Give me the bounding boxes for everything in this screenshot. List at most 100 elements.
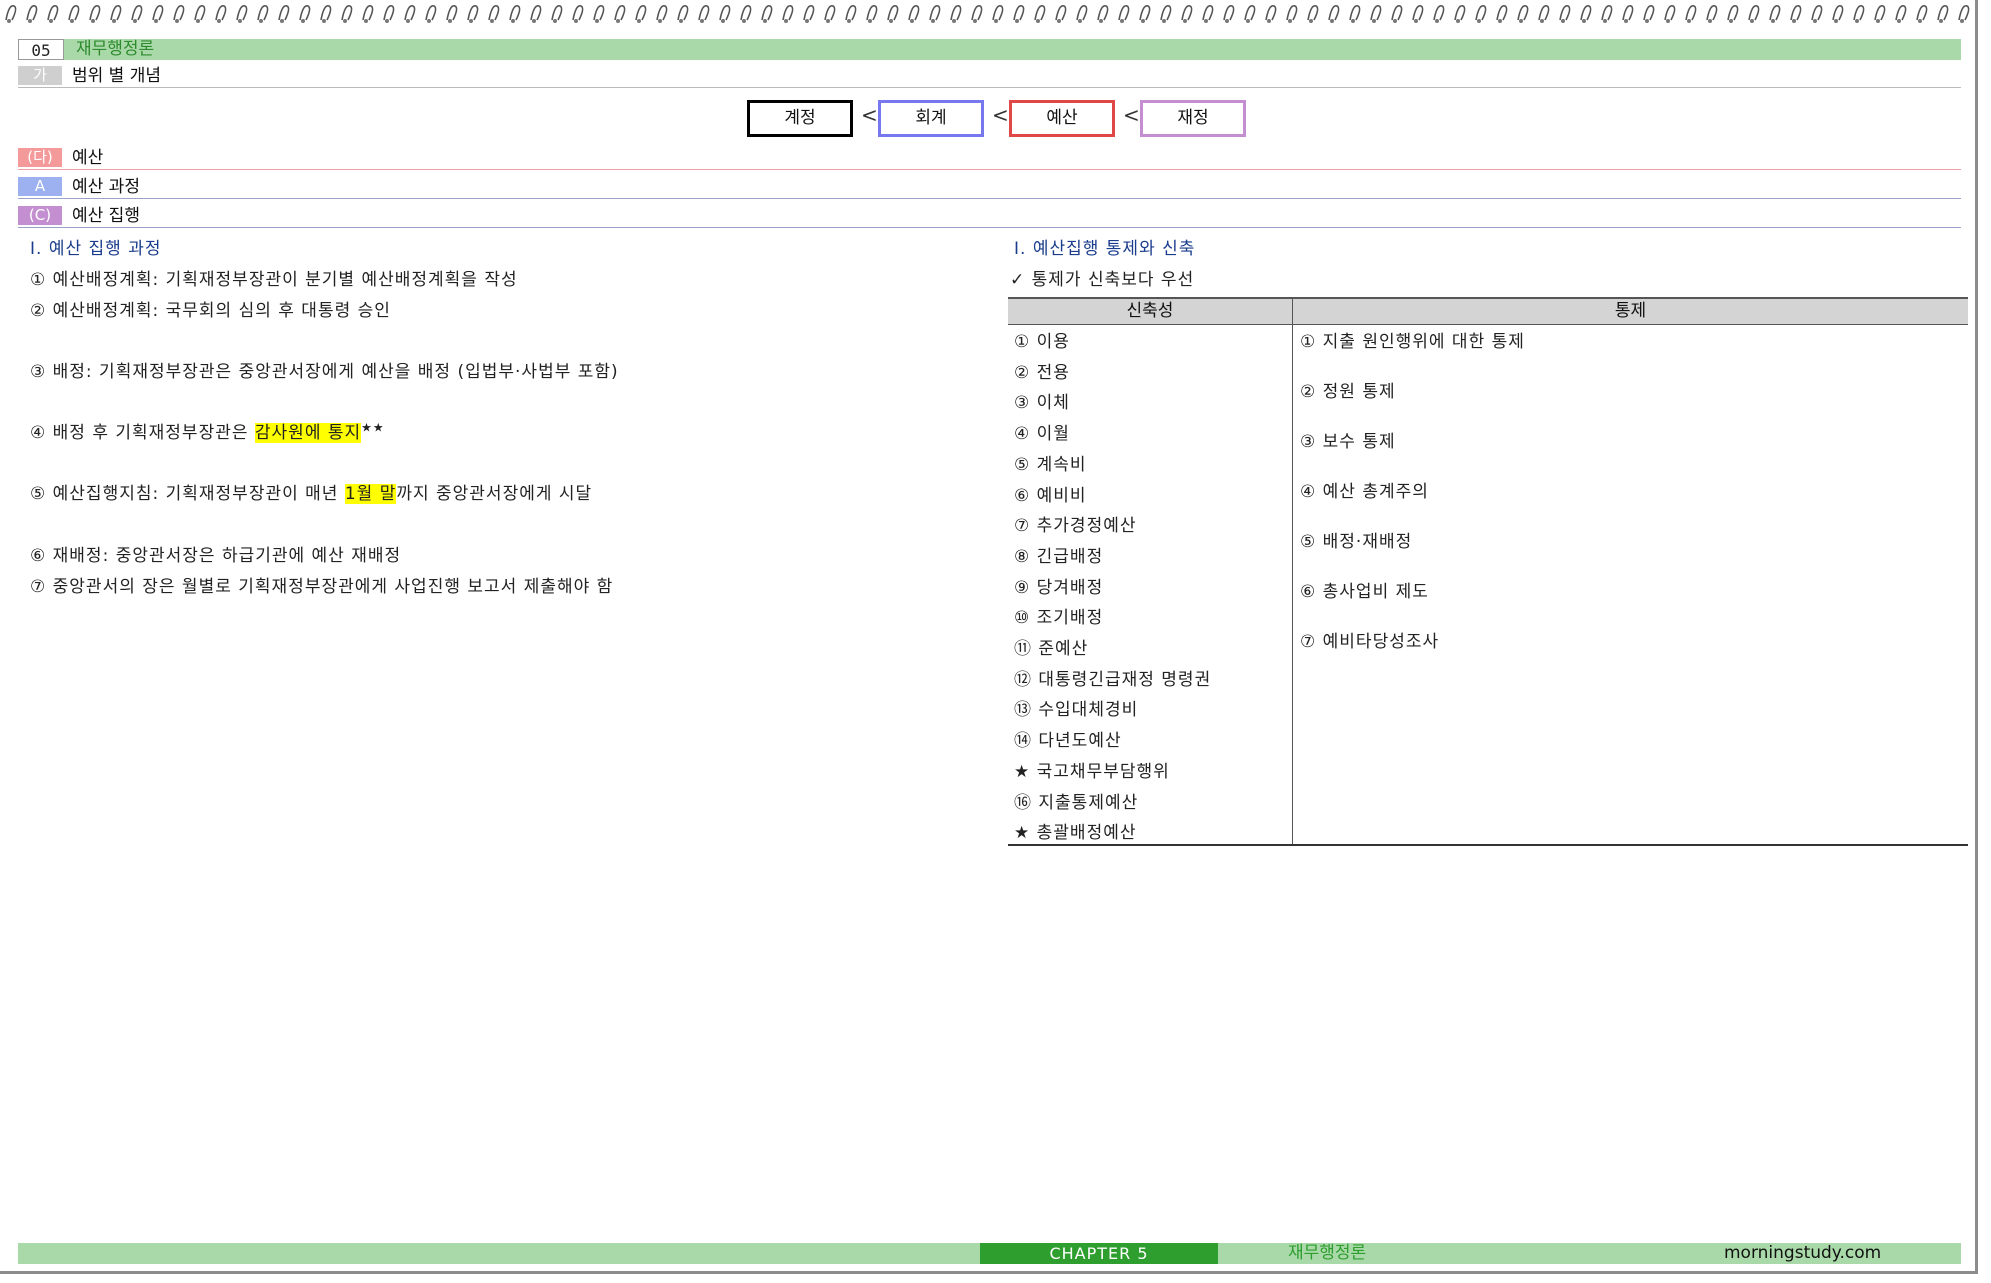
spiral-hole <box>1330 19 1334 23</box>
section-tag: (C) <box>18 206 62 225</box>
spiral-ring <box>530 4 542 21</box>
spiral-hole <box>1729 19 1733 23</box>
spiral-hole <box>931 19 935 23</box>
spiral-ring <box>824 4 836 21</box>
flex-item: ① 이용 <box>1014 332 1070 352</box>
spiral-ring <box>131 4 143 21</box>
item-text: ④ 배정 후 기획재정부장관은 <box>30 423 255 443</box>
spiral-ring <box>1055 4 1067 21</box>
spiral-hole <box>1855 19 1859 23</box>
spiral-ring <box>1643 4 1655 21</box>
spiral-ring <box>1076 4 1088 21</box>
spiral-ring <box>1874 4 1886 21</box>
list-item: ① 예산배정계획: 기획재정부장관이 분기별 예산배정계획을 작성 <box>30 270 518 290</box>
spiral-hole <box>1015 19 1019 23</box>
spiral-ring <box>341 4 353 21</box>
flex-item: ⑦ 추가경정예산 <box>1014 516 1137 537</box>
spiral-hole <box>973 19 977 23</box>
less-than-sign: < <box>1123 103 1140 127</box>
spiral-ring <box>782 4 794 21</box>
spiral-ring <box>1475 4 1487 21</box>
spiral-hole <box>658 19 662 23</box>
chapter-number: 05 <box>18 39 64 60</box>
spiral-hole <box>994 19 998 23</box>
spiral-ring <box>1853 4 1865 21</box>
spiral-hole <box>1309 19 1313 23</box>
flex-item: ⑧ 긴급배정 <box>1014 546 1104 567</box>
spiral-ring <box>1412 4 1424 21</box>
spiral-ring <box>5 4 17 21</box>
spiral-hole <box>1435 19 1439 23</box>
spiral-hole <box>1078 19 1082 23</box>
control-item: ④ 예산 총계주의 <box>1300 482 1429 502</box>
flex-control-table: 신축성 통제 ① 이용 ② 전용 ③ 이체 ④ 이월 ⑤ 계속비 ⑥ 예비비 ⑦ 추가경정예… <box>1008 297 1968 846</box>
spiral-hole <box>1351 19 1355 23</box>
flex-item: ③ 이체 <box>1014 393 1070 414</box>
spiral-hole <box>700 19 704 23</box>
spiral-hole <box>742 19 746 23</box>
spiral-ring <box>1664 4 1676 21</box>
list-item: ⑤ 예산집행지침: 기획재정부장관이 매년 1월 말까지 중앙관서장에게 시달 <box>30 479 592 504</box>
spiral-ring <box>1727 4 1739 21</box>
spiral-ring <box>1391 4 1403 21</box>
spiral-binding <box>5 4 1970 23</box>
spiral-ring <box>320 4 332 21</box>
spiral-hole <box>826 19 830 23</box>
flex-item: ⑬ 수입대체경비 <box>1014 700 1139 721</box>
spiral-hole <box>763 19 767 23</box>
highlight: 1월 말 <box>344 484 397 504</box>
spiral-ring <box>1013 4 1025 21</box>
spiral-ring <box>950 4 962 21</box>
spiral-ring <box>257 4 269 21</box>
spiral-ring <box>593 4 605 21</box>
control-item: ⑥ 총사업비 제도 <box>1300 582 1429 602</box>
list-item: ② 예산배정계획: 국무회의 심의 후 대통령 승인 <box>30 301 391 321</box>
spiral-hole <box>1960 19 1964 23</box>
spiral-hole <box>1792 19 1796 23</box>
spiral-ring <box>1307 4 1319 21</box>
page-sheet: 05 재무행정론 가 범위 별 개념 계정 < 회계 < 예산 < 재정 (다)… <box>0 0 1978 1274</box>
spiral-hole <box>259 19 263 23</box>
spiral-hole <box>490 19 494 23</box>
section-tag: A <box>18 177 62 196</box>
less-than-sign: < <box>992 103 1009 127</box>
spiral-ring <box>488 4 500 21</box>
spiral-hole <box>7 19 11 23</box>
spiral-ring <box>47 4 59 21</box>
spiral-ring <box>845 4 857 21</box>
spiral-ring <box>362 4 374 21</box>
spiral-ring <box>1601 4 1613 21</box>
section-scope-concepts: 가 범위 별 개념 <box>18 65 1961 88</box>
list-item: ⑥ 재배정: 중앙관서장은 하급기관에 예산 재배정 <box>30 546 402 566</box>
spiral-ring <box>1790 4 1802 21</box>
spiral-ring <box>236 4 248 21</box>
spiral-hole <box>322 19 326 23</box>
spiral-hole <box>1897 19 1901 23</box>
spiral-ring <box>761 4 773 21</box>
section-label: 예산 집행 <box>72 206 140 226</box>
note-control-priority: ✓ 통제가 신축보다 우선 <box>1010 270 1195 290</box>
spiral-hole <box>49 19 53 23</box>
spiral-hole <box>1099 19 1103 23</box>
spiral-hole <box>469 19 473 23</box>
list-item: ④ 배정 후 기획재정부장관은 감사원에 통지★★ <box>30 418 385 443</box>
spiral-ring <box>89 4 101 21</box>
spiral-hole <box>1666 19 1670 23</box>
spiral-hole <box>1561 19 1565 23</box>
section-budget-execution: (C) 예산 집행 <box>18 205 1961 228</box>
spiral-hole <box>1750 19 1754 23</box>
spiral-hole <box>1183 19 1187 23</box>
spiral-hole <box>196 19 200 23</box>
chapter-bar: 05 재무행정론 <box>18 39 1961 60</box>
spiral-ring <box>383 4 395 21</box>
spiral-hole <box>721 19 725 23</box>
control-item: ② 정원 통제 <box>1300 382 1396 402</box>
spiral-hole <box>1582 19 1586 23</box>
spiral-hole <box>1288 19 1292 23</box>
spiral-ring <box>1328 4 1340 21</box>
spiral-hole <box>1813 19 1817 23</box>
spiral-ring <box>1139 4 1151 21</box>
flex-item: ④ 이월 <box>1014 424 1070 445</box>
concept-box-finance: 재정 <box>1140 100 1246 137</box>
spiral-ring <box>1244 4 1256 21</box>
